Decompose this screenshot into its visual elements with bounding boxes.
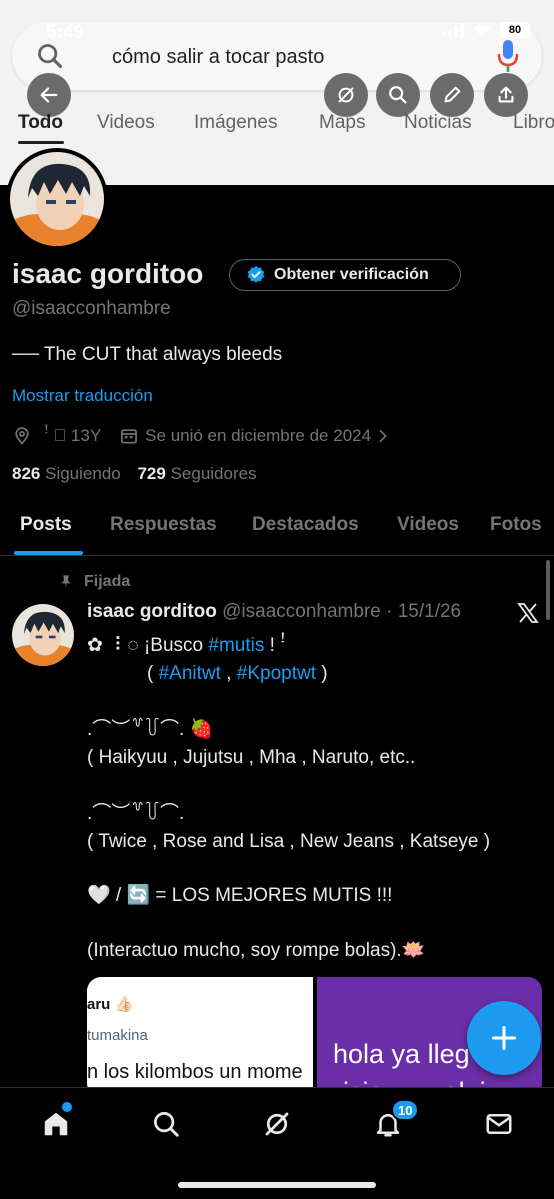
- post-header: isaac gorditoo @isaacconhambre · 15/1/26: [87, 601, 461, 623]
- status-bar: 5:49 80: [0, 0, 554, 44]
- x-logo-icon: [517, 603, 539, 623]
- search-icon: [389, 86, 407, 104]
- search-icon: [154, 1112, 179, 1137]
- post-line: 🤍 / 🔄 = LOS MEJORES MUTIS !!!: [87, 885, 393, 906]
- post-line: (Interactuo mucho, soy rompe bolas).🪷: [87, 940, 426, 961]
- back-button[interactable]: [27, 73, 71, 117]
- tab-posts[interactable]: Posts: [20, 514, 72, 536]
- tab-libros[interactable]: Libro: [513, 112, 554, 134]
- profile-location: ꜝ ᳝ 13Y: [44, 426, 102, 445]
- post-author-name[interactable]: isaac gorditoo: [87, 601, 217, 622]
- back-arrow-icon: [40, 87, 58, 103]
- tab-noticias[interactable]: Noticias: [404, 112, 472, 134]
- get-verified-button[interactable]: Obtener verificación: [229, 259, 461, 291]
- edit-button[interactable]: [430, 73, 474, 117]
- media-image-1[interactable]: aru 👍🏻 tumakina n los kilombos un mome: [87, 977, 313, 1097]
- tab-videos[interactable]: Videos: [397, 514, 459, 536]
- follow-stats: 826 Siguiendo 729 Seguidores: [12, 464, 257, 484]
- tab-fotos[interactable]: Fotos: [490, 514, 542, 536]
- notification-badge: 10: [391, 1099, 420, 1121]
- profile-tabs: Posts Respuestas Destacados Videos Fotos: [0, 508, 554, 556]
- active-tab-indicator: [14, 551, 83, 555]
- status-icons: 80: [442, 22, 530, 38]
- battery-indicator: 80: [500, 22, 530, 38]
- hashtag-kpoptwt[interactable]: #Kpoptwt: [237, 663, 316, 684]
- profile-avatar[interactable]: [6, 148, 108, 250]
- post-author-avatar[interactable]: [12, 604, 74, 666]
- followers-count: 729: [137, 464, 166, 483]
- pinned-indicator: Fijada: [58, 573, 130, 591]
- home-icon: [44, 1112, 68, 1136]
- home-indicator: [178, 1182, 376, 1188]
- compose-post-button[interactable]: [467, 1001, 541, 1075]
- wifi-icon: [474, 24, 490, 37]
- tab-respuestas[interactable]: Respuestas: [110, 514, 217, 536]
- avatar-image: [10, 152, 104, 246]
- post-line: .⌒︶꒷꒦⌒. 🍓: [87, 719, 214, 740]
- search-query[interactable]: cómo salir a tocar pasto: [112, 46, 324, 69]
- profile-joined-date: Se unió en diciembre de 2024: [145, 426, 372, 445]
- profile-display-name: isaac gorditoo: [12, 258, 204, 289]
- media-text: tumakina: [87, 1027, 148, 1044]
- post-line: .⌒︶꒷꒦⌒.: [87, 803, 185, 824]
- hashtag-anitwt[interactable]: #Anitwt: [159, 663, 221, 684]
- nav-grok[interactable]: [259, 1106, 295, 1142]
- signal-icon: [442, 23, 464, 37]
- nav-search[interactable]: [148, 1106, 184, 1142]
- pinned-label: Fijada: [84, 573, 131, 590]
- show-translation-link[interactable]: Mostrar traducción: [12, 386, 153, 406]
- post-text-fragment: ✿ ⠸ ◌ ¡Busco: [87, 635, 209, 656]
- mail-icon: [486, 1114, 512, 1134]
- get-verified-label: Obtener verificación: [274, 266, 429, 283]
- post-text-fragment: (: [147, 663, 159, 684]
- following-link[interactable]: 826 Siguiendo: [12, 464, 121, 483]
- post-text-fragment: ): [316, 663, 328, 684]
- profile-meta: ꜝ ᳝ 13Y Se unió en diciembre de 2024: [12, 425, 391, 447]
- tab-maps[interactable]: Maps: [319, 112, 365, 134]
- tab-videos[interactable]: Videos: [97, 112, 155, 134]
- post-handle-date[interactable]: @isaacconhambre · 15/1/26: [222, 601, 461, 622]
- following-label: Siguiendo: [45, 464, 121, 483]
- post-line: ( Haikyuu , Jujutsu , Mha , Naruto, etc.…: [87, 747, 416, 768]
- following-count: 826: [12, 464, 41, 483]
- tab-todo[interactable]: Todo: [18, 112, 63, 134]
- chevron-right-icon[interactable]: [375, 428, 391, 444]
- media-text: hola ya lleg: [333, 1039, 470, 1069]
- location-icon: [15, 427, 29, 445]
- plus-icon: [491, 1025, 517, 1051]
- share-icon: [498, 86, 514, 103]
- search-button[interactable]: [376, 73, 420, 117]
- search-icon: [38, 44, 63, 69]
- scrollbar[interactable]: [546, 560, 550, 620]
- post-line: ( Twice , Rose and Lisa , New Jeans , Ka…: [87, 831, 491, 852]
- media-text: aru 👍🏻: [87, 996, 134, 1013]
- post-text-fragment: ! ꜝ: [264, 635, 286, 656]
- hashtag-mutis[interactable]: #mutis: [208, 635, 264, 656]
- followers-label: Seguidores: [170, 464, 257, 483]
- no-tracking-icon: [338, 87, 354, 103]
- profile-handle: @isaacconhambre: [12, 298, 171, 319]
- share-button[interactable]: [484, 73, 528, 117]
- no-tracking-button[interactable]: [324, 73, 368, 117]
- nav-messages[interactable]: [481, 1106, 517, 1142]
- tab-destacados[interactable]: Destacados: [252, 514, 359, 536]
- bottom-nav: 10: [0, 1087, 554, 1199]
- profile-bio: ── The CUT that always bleeds: [12, 344, 283, 365]
- edit-icon: [444, 86, 461, 103]
- tab-imagenes[interactable]: Imágenes: [194, 112, 277, 134]
- clock: 5:49: [46, 22, 85, 43]
- active-tab-indicator: [18, 141, 64, 144]
- media-text: n los kilombos un mome: [87, 1061, 303, 1083]
- post-line: ✿ ⠸ ◌ ¡Busco #mutis ! ꜝ: [87, 632, 285, 660]
- post-text-fragment: ,: [220, 663, 237, 684]
- verified-badge-icon: [247, 265, 265, 283]
- home-unread-dot: [62, 1102, 72, 1112]
- calendar-icon: [121, 429, 138, 444]
- followers-link[interactable]: 729 Seguidores: [137, 464, 256, 483]
- grok-icon: [265, 1112, 289, 1136]
- pin-icon: [61, 575, 71, 589]
- post-line: ( #Anitwt , #Kpoptwt ): [147, 660, 328, 688]
- avatar-image: [12, 604, 74, 666]
- google-tabs: Todo Videos Imágenes Maps Noticias Libro: [0, 112, 554, 144]
